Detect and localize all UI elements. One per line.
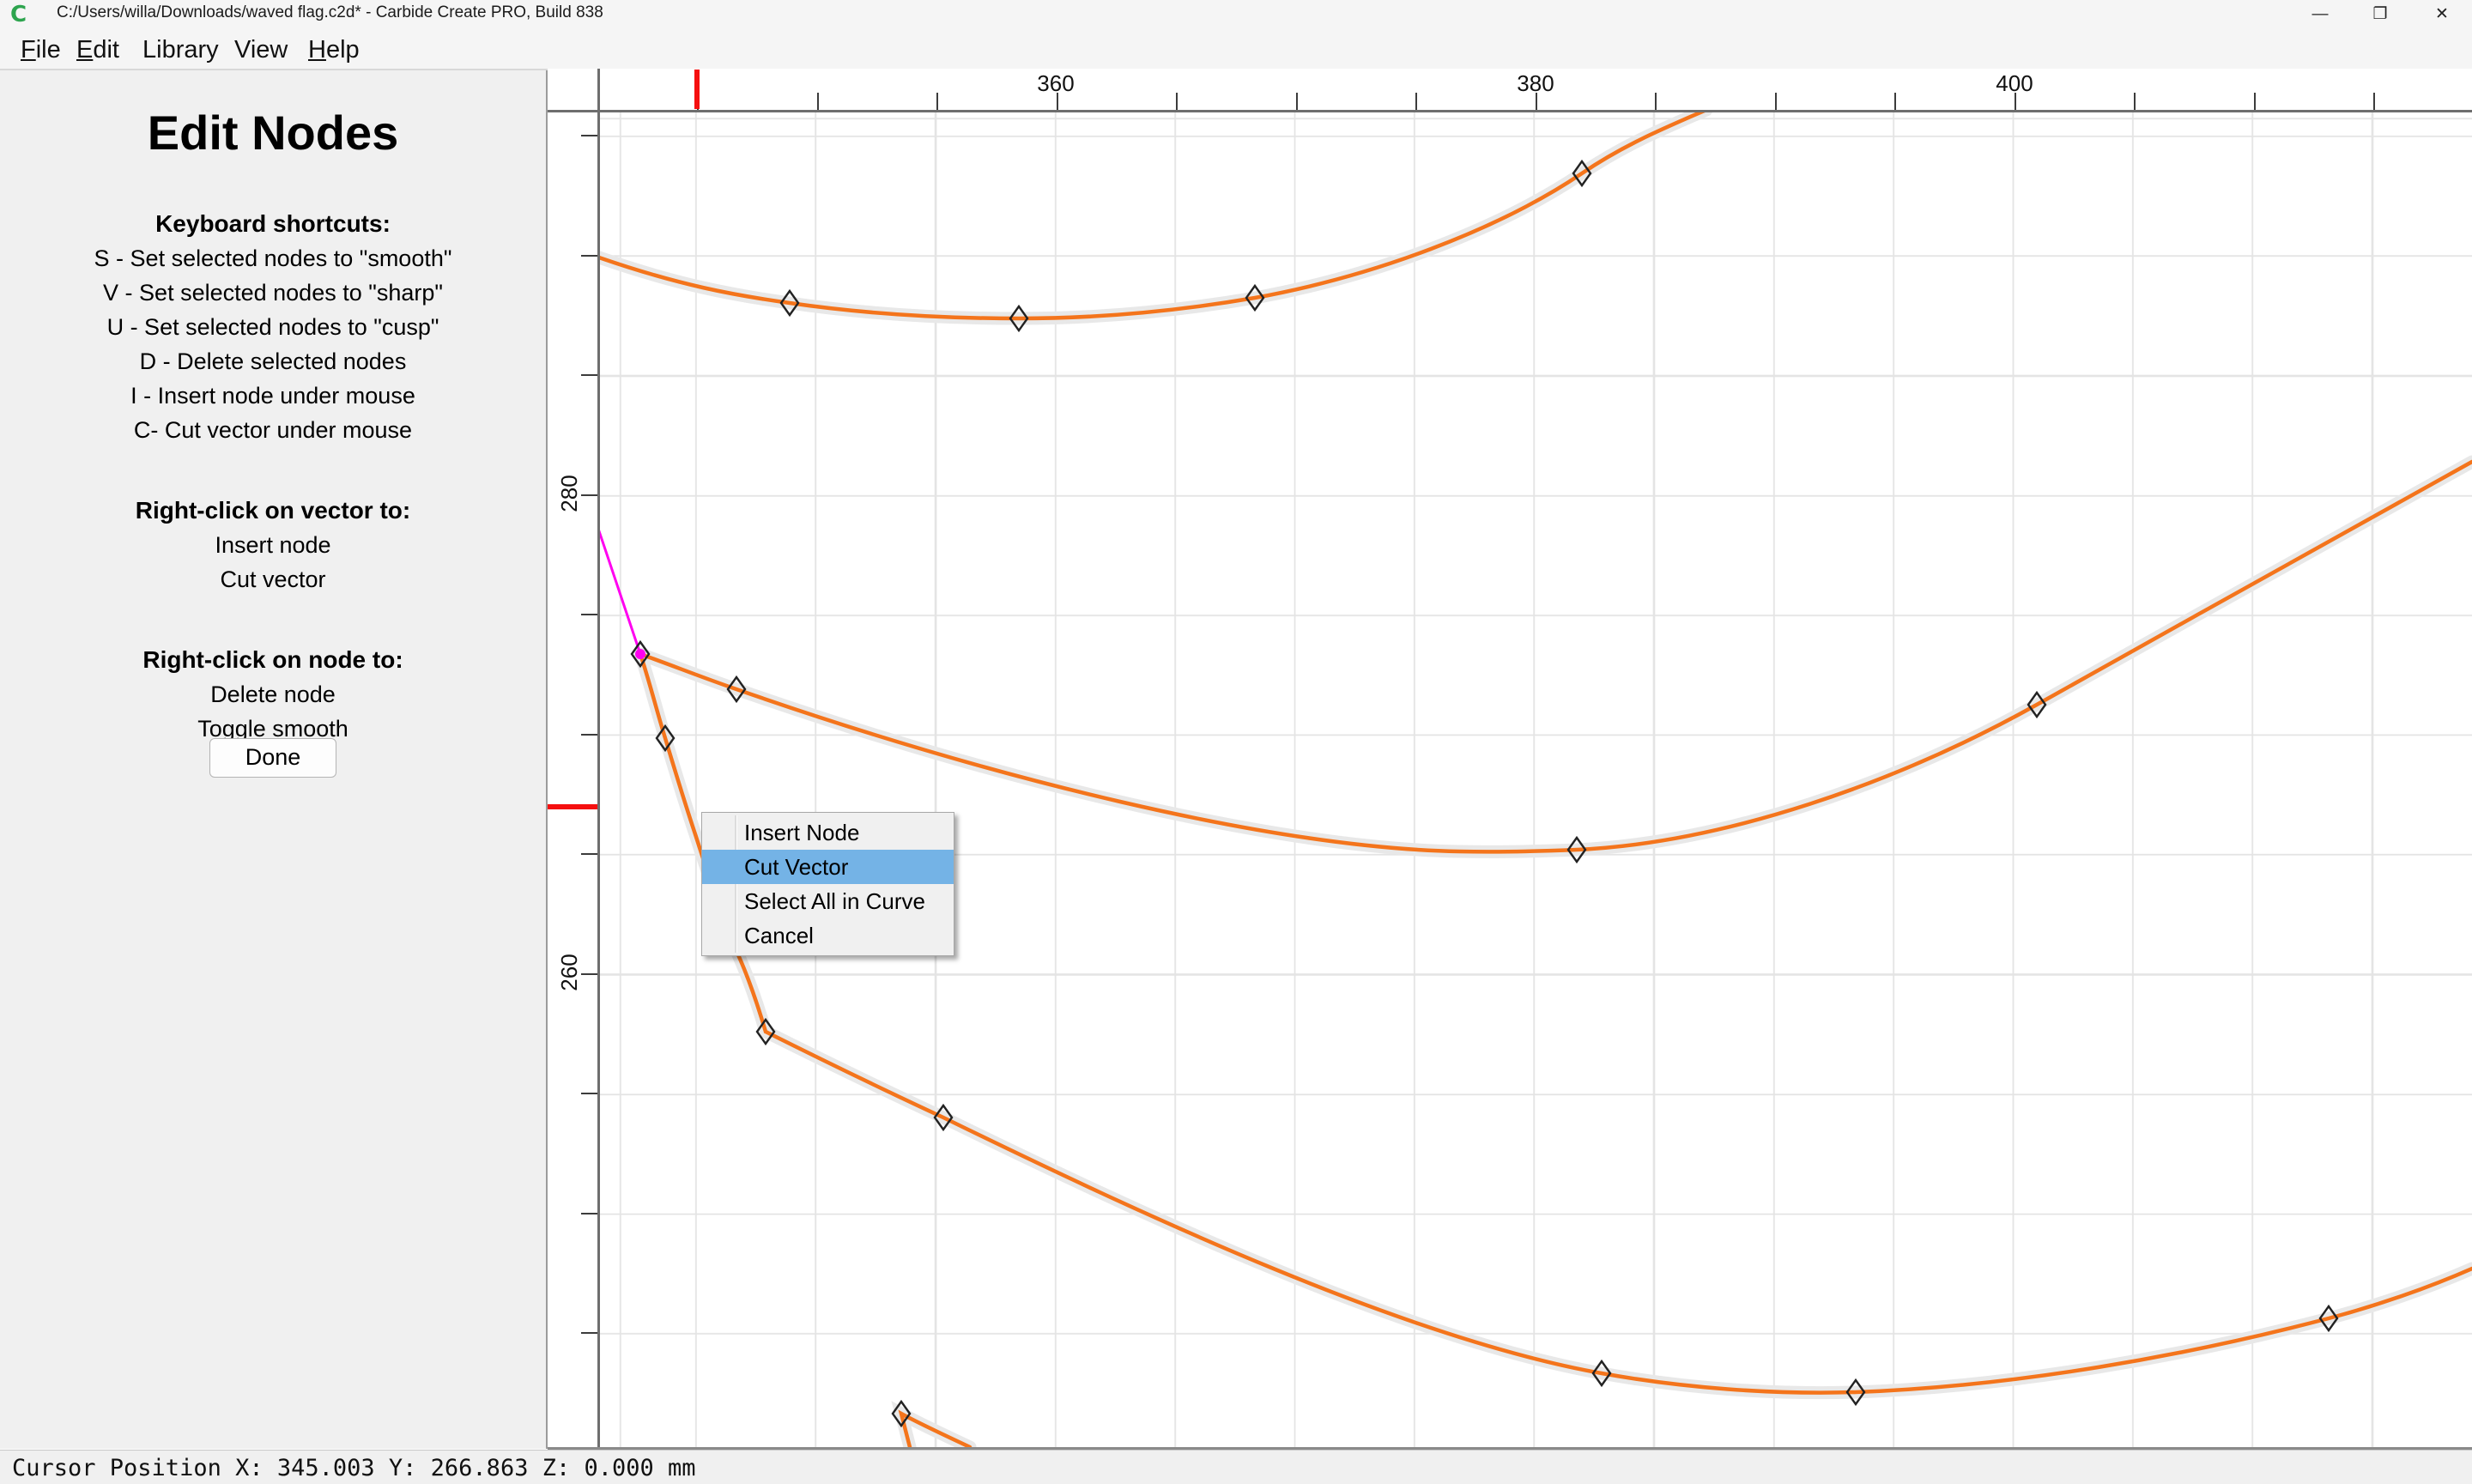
ruler-label: 380 xyxy=(1517,70,1554,97)
maximize-button[interactable]: ❐ xyxy=(2350,0,2410,28)
ruler-tick xyxy=(581,853,598,855)
panel-section-heading: Right-click on vector to: xyxy=(0,497,546,524)
panel-help-line: D - Delete selected nodes xyxy=(0,344,546,379)
curve-stripe-bottom[interactable] xyxy=(640,654,2472,1393)
curve-stripe-middle[interactable] xyxy=(640,462,2472,851)
title-bar: C C:/Users/willa/Downloads/waved flag.c2… xyxy=(0,0,2472,28)
ruler-corner xyxy=(548,69,598,112)
app-logo-icon: C xyxy=(10,4,31,25)
panel-help-line: V - Set selected nodes to "sharp" xyxy=(0,276,546,310)
panel-section-heading: Right-click on node to: xyxy=(0,646,546,674)
ruler-tick xyxy=(581,734,598,736)
edit-nodes-panel: Edit Nodes Keyboard shortcuts: S - Set se… xyxy=(0,70,548,1449)
ruler-tick xyxy=(2134,93,2136,110)
curve-halo-stripe-bottom[interactable] xyxy=(640,654,2472,1393)
ruler-tick xyxy=(581,1093,598,1094)
ruler-tick xyxy=(581,1213,598,1214)
context-menu-item-label: Select All in Curve xyxy=(744,884,925,918)
curve-halo-stripe-top[interactable] xyxy=(600,112,1706,318)
panel-help-line: Delete node xyxy=(0,677,546,712)
panel-help-line: I - Insert node under mouse xyxy=(0,379,546,413)
ruler-tick xyxy=(1775,93,1777,110)
panel-help-line: U - Set selected nodes to "cusp" xyxy=(0,310,546,344)
cursor-position-marker xyxy=(694,70,700,109)
ruler-tick xyxy=(1176,93,1178,110)
context-menu-item-cancel[interactable]: Cancel xyxy=(702,918,954,953)
page-title: Edit Nodes xyxy=(0,105,546,161)
context-menu-item-label: Insert Node xyxy=(744,815,859,850)
ruler-tick xyxy=(581,374,598,376)
context-menu-item-label: Cut Vector xyxy=(744,850,848,884)
ruler-tick xyxy=(581,494,598,496)
cursor-position-readout: Cursor Position X: 345.003 Y: 266.863 Z:… xyxy=(12,1455,696,1481)
ruler-tick xyxy=(581,255,598,257)
ruler-label: 360 xyxy=(1037,70,1074,97)
menu-view[interactable]: View xyxy=(229,34,293,66)
cursor-position-marker xyxy=(548,804,598,809)
menu-file[interactable]: File xyxy=(15,34,66,66)
context-menu-item-label: Cancel xyxy=(744,918,814,953)
horizontal-ruler: 360 380 400 xyxy=(598,69,2472,112)
vertical-ruler: 280 260 xyxy=(548,112,598,1450)
curve-stripe-top[interactable] xyxy=(600,112,1706,318)
ruler-tick xyxy=(817,93,819,110)
menu-library[interactable]: Library xyxy=(137,34,224,66)
panel-help-line: C- Cut vector under mouse xyxy=(0,413,546,447)
context-menu-item-select-all-in-curve[interactable]: Select All in Curve xyxy=(702,884,954,918)
ruler-tick xyxy=(2373,93,2375,110)
ruler-label: 280 xyxy=(556,475,583,512)
window-title: C:/Users/willa/Downloads/waved flag.c2d*… xyxy=(57,3,603,22)
selected-segment[interactable] xyxy=(600,521,640,654)
vector-artwork xyxy=(600,112,2472,1447)
context-menu-item-insert-node[interactable]: Insert Node xyxy=(702,815,954,850)
panel-section-heading: Keyboard shortcuts: xyxy=(0,210,546,238)
ruler-label: 260 xyxy=(556,954,583,990)
menu-help[interactable]: Help xyxy=(303,34,365,66)
minimize-button[interactable]: — xyxy=(2290,0,2350,28)
ruler-tick xyxy=(581,135,598,136)
ruler-tick xyxy=(581,1332,598,1334)
ruler-tick xyxy=(581,614,598,615)
ruler-tick xyxy=(1415,93,1417,110)
panel-help-line: Insert node xyxy=(0,528,546,562)
ruler-tick xyxy=(1296,93,1298,110)
curve-halo-stripe-middle[interactable] xyxy=(640,462,2472,851)
ruler-tick xyxy=(1894,93,1896,110)
ruler-tick xyxy=(2254,93,2256,110)
menu-edit[interactable]: Edit xyxy=(71,34,124,66)
ruler-tick xyxy=(1655,93,1657,110)
ruler-tick xyxy=(936,93,938,110)
vector-context-menu: Insert NodeCut VectorSelect All in Curve… xyxy=(701,812,954,956)
close-button[interactable]: ✕ xyxy=(2412,0,2472,28)
selected-node-dot xyxy=(635,649,645,659)
ruler-label: 400 xyxy=(1996,70,2033,97)
menu-bar: FileEdit LibraryView Help xyxy=(0,28,2472,70)
panel-help-line: S - Set selected nodes to "smooth" xyxy=(0,241,546,276)
ruler-tick xyxy=(581,973,598,975)
context-menu-item-cut-vector[interactable]: Cut Vector xyxy=(702,850,954,884)
panel-help-line: Cut vector xyxy=(0,562,546,597)
done-button[interactable]: Done xyxy=(209,738,336,778)
status-bar: Cursor Position X: 345.003 Y: 266.863 Z:… xyxy=(0,1450,2472,1484)
